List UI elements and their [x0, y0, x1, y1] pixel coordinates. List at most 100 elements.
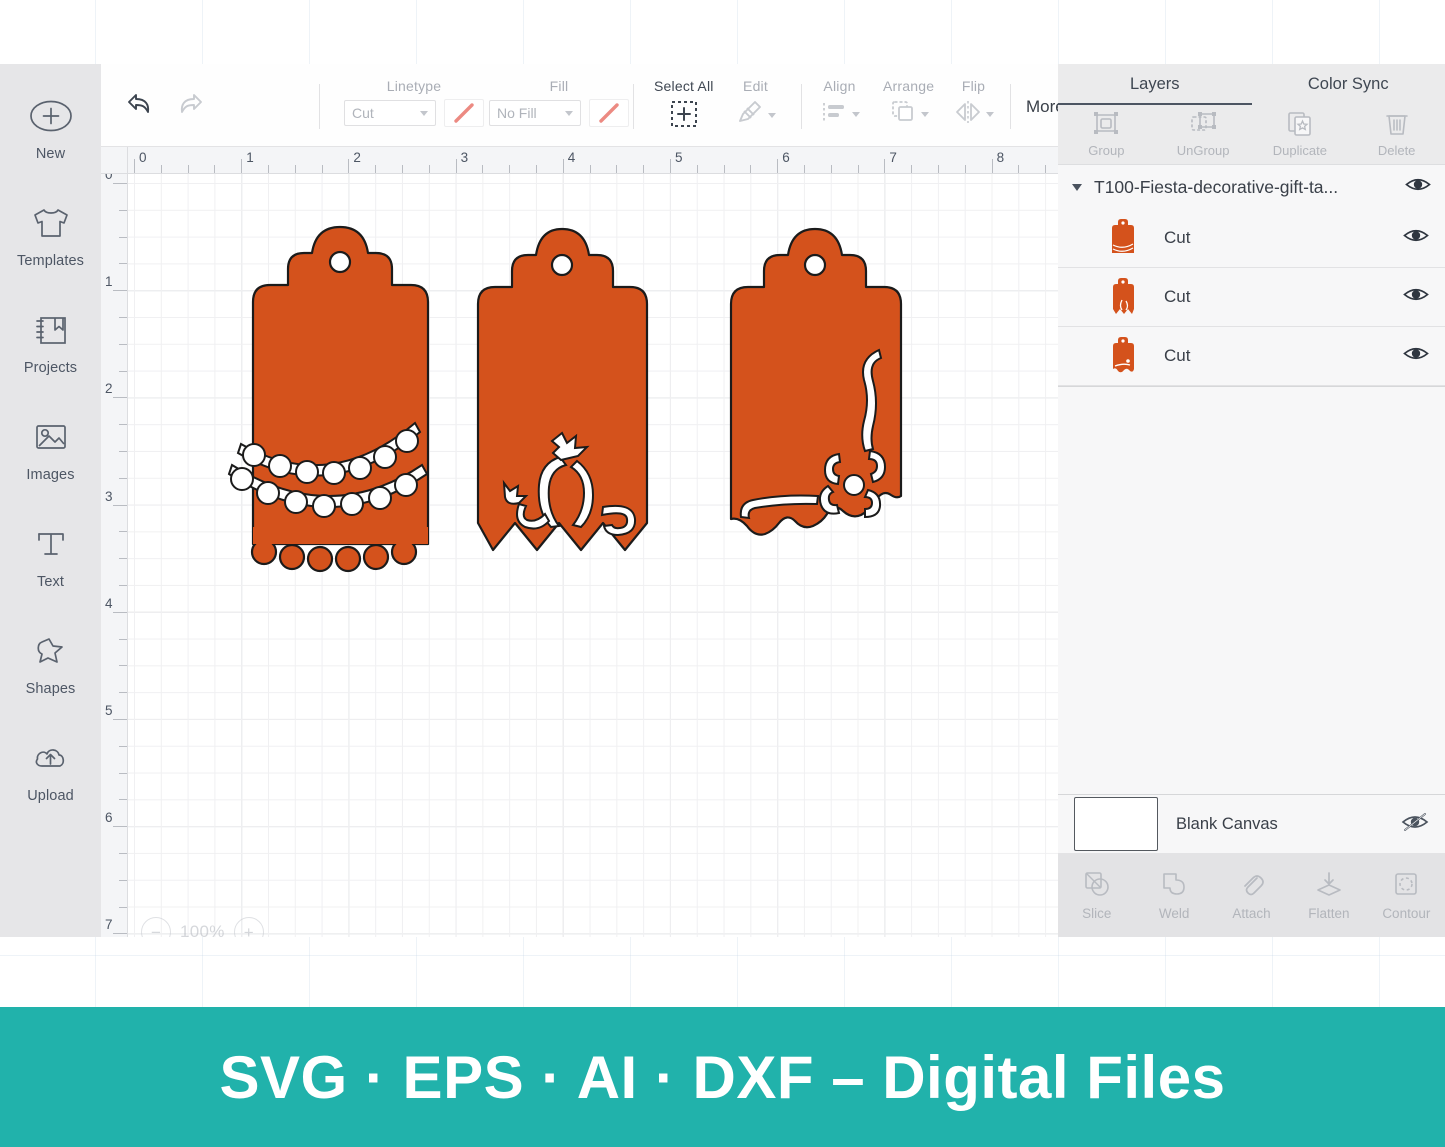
- chevron-down-icon[interactable]: [768, 113, 776, 118]
- zoom-out-button[interactable]: −: [141, 917, 171, 937]
- ruler-tick-minor: [119, 236, 127, 238]
- flatten-button[interactable]: Flatten: [1290, 853, 1367, 937]
- ruler-tick-minor: [119, 585, 127, 586]
- arrange-layers-icon[interactable]: [888, 99, 918, 130]
- group-button[interactable]: Group: [1058, 105, 1155, 164]
- linetype-select[interactable]: Cut: [344, 100, 436, 126]
- chevron-down-icon[interactable]: [921, 112, 930, 117]
- rail-label: Upload: [27, 788, 74, 804]
- tag3-hang-hole: [803, 253, 827, 277]
- layer-group-title: T100-Fiesta-decorative-gift-ta...: [1094, 176, 1339, 197]
- tab-color-sync[interactable]: Color Sync: [1252, 64, 1445, 105]
- layers-list[interactable]: Cut Cut Cut: [1058, 209, 1445, 794]
- contour-button[interactable]: Contour: [1368, 853, 1445, 937]
- ruler-tick-minor: [1018, 165, 1020, 173]
- ruler-label: 0: [139, 150, 147, 165]
- align-icon[interactable]: [819, 99, 849, 130]
- ruler-tick-major: [113, 290, 127, 292]
- gift-tags-artwork[interactable]: [128, 174, 1058, 937]
- weld-label: Weld: [1158, 905, 1190, 921]
- paperclip-icon: [1237, 870, 1267, 903]
- chevron-down-icon[interactable]: [986, 112, 994, 117]
- ruler-tick-minor: [1045, 165, 1047, 173]
- flip-caption: Flip: [961, 78, 986, 94]
- rail-item-templates[interactable]: Templates: [0, 197, 101, 304]
- ruler-tick-major: [113, 826, 127, 828]
- duplicate-button[interactable]: Duplicate: [1252, 105, 1349, 164]
- ungroup-button[interactable]: UnGroup: [1155, 105, 1252, 164]
- ruler-tick-minor: [119, 317, 127, 318]
- ruler-tick-minor: [119, 370, 127, 372]
- eye-off-icon[interactable]: [1401, 812, 1429, 837]
- ruler-tick-major: [113, 933, 127, 935]
- layer-group-header[interactable]: T100-Fiesta-decorative-gift-ta...: [1058, 165, 1445, 210]
- ruler-tick-major: [562, 159, 564, 173]
- design-canvas-area[interactable]: 012345678 01234567 − 100% +: [101, 147, 1058, 937]
- contour-icon: [1391, 870, 1421, 903]
- fill-caption: Fill: [549, 78, 569, 94]
- table-row[interactable]: Cut: [1058, 268, 1445, 327]
- delete-button[interactable]: Delete: [1348, 105, 1445, 164]
- undo-arrow-icon[interactable]: [122, 90, 154, 121]
- ruler-tick-minor: [857, 165, 859, 173]
- canvas-zoom-control[interactable]: − 100% +: [141, 917, 264, 937]
- ruler-tick-minor: [214, 165, 216, 173]
- fill-color-swatch[interactable]: [589, 99, 629, 127]
- attach-button[interactable]: Attach: [1213, 853, 1290, 937]
- ruler-tick-minor: [321, 165, 323, 173]
- rail-label: Text: [37, 574, 64, 590]
- slice-icon: [1082, 870, 1112, 903]
- ruler-tick-minor: [375, 165, 377, 173]
- tag1-hang-hole: [328, 250, 352, 274]
- layer-ops-bar: Group UnGroup Duplicate Delete: [1058, 105, 1445, 165]
- ruler-tick-minor: [119, 477, 127, 479]
- ruler-tick-minor: [294, 165, 296, 173]
- canvas-color-swatch[interactable]: [1074, 797, 1158, 851]
- contour-label: Contour: [1382, 905, 1431, 921]
- table-row[interactable]: Cut: [1058, 209, 1445, 268]
- arrange-caption: Arrange: [883, 78, 935, 94]
- fill-select[interactable]: No Fill: [489, 100, 581, 126]
- rail-item-projects[interactable]: Projects: [0, 304, 101, 411]
- rail-item-new[interactable]: New: [0, 90, 101, 197]
- ruler-tick-major: [348, 159, 350, 173]
- weld-button[interactable]: Weld: [1135, 853, 1212, 937]
- trash-icon: [1383, 111, 1411, 142]
- zoom-in-button[interactable]: +: [233, 917, 264, 937]
- ruler-tick-major: [134, 159, 135, 173]
- ruler-label: 1: [246, 150, 254, 165]
- caret-down-icon[interactable]: [1072, 183, 1082, 191]
- blank-canvas-row[interactable]: Blank Canvas: [1058, 794, 1445, 853]
- layers-list-divider: [1058, 386, 1445, 387]
- select-all-caption: Select All: [654, 78, 714, 94]
- eye-icon[interactable]: [1403, 227, 1429, 249]
- ruler-tick-minor: [119, 209, 127, 211]
- rail-item-text[interactable]: Text: [0, 518, 101, 625]
- layer-thumbnail-pompom: [1106, 217, 1140, 259]
- select-all-icon[interactable]: [668, 99, 700, 134]
- eye-icon[interactable]: [1403, 286, 1429, 308]
- ruler-tick-minor: [509, 165, 511, 173]
- eye-icon[interactable]: [1403, 345, 1429, 367]
- ruler-tick-minor: [119, 853, 127, 854]
- design-app-window: New Templates Projects Images Text Shape…: [0, 64, 1445, 937]
- ruler-tick-minor: [750, 165, 752, 173]
- rail-item-images[interactable]: Images: [0, 411, 101, 518]
- ruler-tick-minor: [589, 165, 591, 173]
- flip-icon[interactable]: [953, 99, 983, 130]
- eye-icon[interactable]: [1405, 176, 1431, 198]
- ruler-label: 8: [996, 150, 1005, 165]
- slice-button[interactable]: Slice: [1058, 853, 1135, 937]
- design-artwork[interactable]: [128, 174, 1058, 937]
- ruler-tick-minor: [482, 165, 484, 173]
- edit-pencil-icon[interactable]: [735, 99, 765, 132]
- linetype-color-swatch[interactable]: [444, 99, 484, 127]
- redo-arrow-icon[interactable]: [176, 90, 208, 121]
- table-row[interactable]: Cut: [1058, 327, 1445, 386]
- ruler-tick-major: [113, 611, 127, 613]
- tab-layers[interactable]: Layers: [1058, 64, 1252, 105]
- rail-label: Templates: [17, 253, 84, 269]
- chevron-down-icon[interactable]: [852, 112, 860, 117]
- rail-item-shapes[interactable]: Shapes: [0, 625, 101, 732]
- rail-item-upload[interactable]: Upload: [0, 732, 101, 839]
